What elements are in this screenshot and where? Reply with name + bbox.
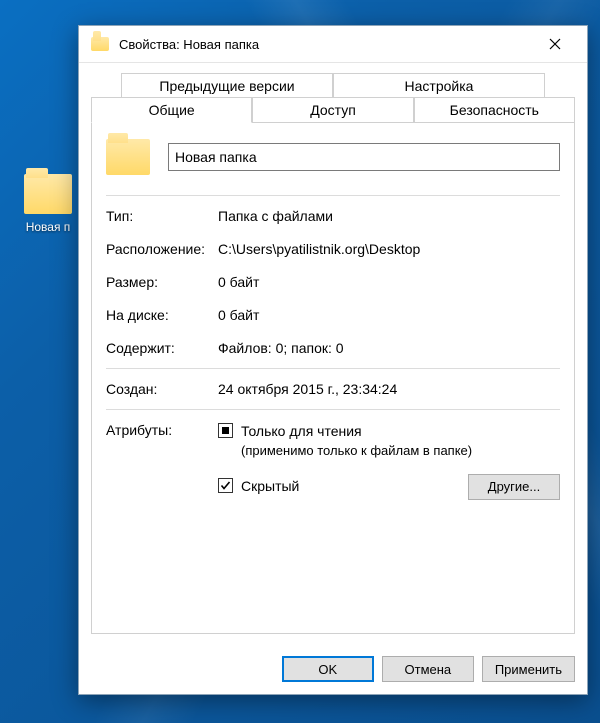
location-value: C:\Users\pyatilistnik.org\Desktop [218,241,560,257]
created-value: 24 октября 2015 г., 23:34:24 [218,381,560,397]
close-icon [549,38,561,50]
hidden-checkbox-row[interactable]: Скрытый [218,477,299,496]
window-title: Свойства: Новая папка [119,37,532,52]
folder-icon [91,37,109,52]
folder-icon [24,174,72,214]
close-button[interactable] [532,29,577,59]
dialog-footer: OK Отмена Применить [79,644,587,694]
apply-button[interactable]: Применить [482,656,575,682]
location-label: Расположение: [106,241,218,257]
divider [106,195,560,196]
desktop-folder-label: Новая п [18,220,78,234]
tab-general[interactable]: Общие [91,97,252,123]
tab-previous-versions[interactable]: Предыдущие версии [121,73,333,98]
tab-customize[interactable]: Настройка [333,73,545,98]
divider [106,409,560,410]
size-value: 0 байт [218,274,560,290]
ok-button[interactable]: OK [282,656,374,682]
hidden-label: Скрытый [241,477,299,496]
tab-panel-general: Тип: Папка с файлами Расположение: C:\Us… [91,122,575,634]
advanced-button[interactable]: Другие... [468,474,560,500]
size-on-disk-label: На диске: [106,307,218,323]
size-on-disk-value: 0 байт [218,307,560,323]
readonly-label: Только для чтения [241,423,362,439]
desktop-folder-icon[interactable]: Новая п [18,174,78,234]
properties-dialog: Свойства: Новая папка Предыдущие версии … [78,25,588,695]
contains-label: Содержит: [106,340,218,356]
tab-sharing[interactable]: Доступ [252,97,413,122]
type-value: Папка с файлами [218,208,560,224]
cancel-button[interactable]: Отмена [382,656,474,682]
type-label: Тип: [106,208,218,224]
tab-container: Предыдущие версии Настройка Общие Доступ… [91,73,575,122]
tab-security[interactable]: Безопасность [414,97,575,122]
contains-value: Файлов: 0; папок: 0 [218,340,560,356]
attributes-label: Атрибуты: [106,422,218,500]
created-label: Создан: [106,381,218,397]
size-label: Размер: [106,274,218,290]
titlebar[interactable]: Свойства: Новая папка [79,26,587,63]
readonly-checkbox-row[interactable]: Только для чтения (применимо только к фа… [218,422,560,460]
divider [106,368,560,369]
folder-icon [106,139,150,175]
readonly-note: (применимо только к файлам в папке) [241,443,472,458]
folder-name-input[interactable] [168,143,560,171]
checkbox-indeterminate-icon [218,423,233,438]
checkbox-checked-icon [218,478,233,493]
